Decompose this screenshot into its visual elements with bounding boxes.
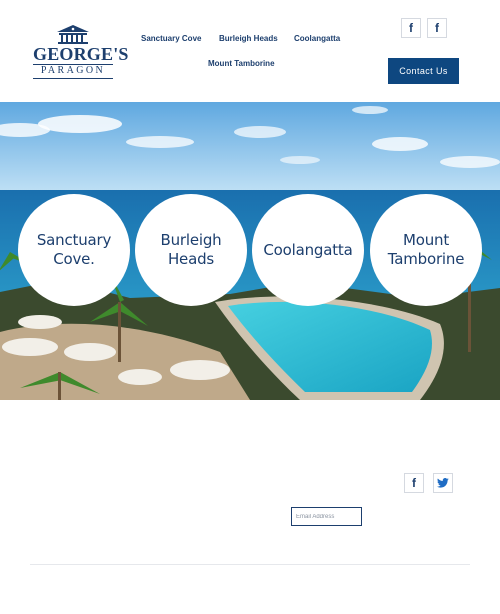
logo-subtitle-frame: PARAGON [33, 64, 113, 79]
location-circle-burleigh-heads[interactable]: Burleigh Heads [135, 194, 247, 306]
twitter-icon [437, 478, 449, 488]
facebook-icon: f [435, 21, 439, 35]
location-label: Mount Tamborine [387, 231, 465, 268]
contact-us-button[interactable]: Contact Us [388, 58, 459, 84]
header-facebook-button[interactable]: f [401, 18, 421, 38]
nav-burleigh-heads[interactable]: Burleigh Heads [219, 34, 278, 43]
hero-banner: Sanctuary Cove. Burleigh Heads Coolangat… [0, 102, 500, 400]
location-label: Burleigh Heads [160, 231, 222, 268]
facebook-icon: f [409, 21, 413, 35]
nav-sanctuary-cove[interactable]: Sanctuary Cove [141, 34, 201, 43]
nav-mount-tamborine[interactable]: Mount Tamborine [208, 59, 275, 68]
facebook-icon: f [412, 476, 416, 490]
footer-facebook-button[interactable]: f [404, 473, 424, 493]
logo-name: GEORGE'S [33, 44, 129, 64]
email-address-input[interactable] [291, 507, 362, 526]
location-circle-coolangatta[interactable]: Coolangatta [252, 194, 364, 306]
footer-twitter-button[interactable] [433, 473, 453, 493]
location-circle-mount-tamborine[interactable]: Mount Tamborine [370, 194, 482, 306]
site-footer [0, 400, 500, 614]
logo-subtitle: PARAGON [40, 65, 106, 76]
building-logo-icon [57, 25, 89, 44]
site-header: GEORGE'S PARAGON Sanctuary Cove Burleigh… [0, 0, 500, 102]
logo[interactable]: GEORGE'S PARAGON [33, 24, 129, 80]
header-facebook-button-2[interactable]: f [427, 18, 447, 38]
footer-divider [30, 564, 470, 565]
location-label: Sanctuary Cove. [36, 231, 112, 268]
location-label: Coolangatta [263, 240, 353, 259]
nav-coolangatta[interactable]: Coolangatta [294, 34, 340, 43]
location-circle-sanctuary-cove[interactable]: Sanctuary Cove. [18, 194, 130, 306]
